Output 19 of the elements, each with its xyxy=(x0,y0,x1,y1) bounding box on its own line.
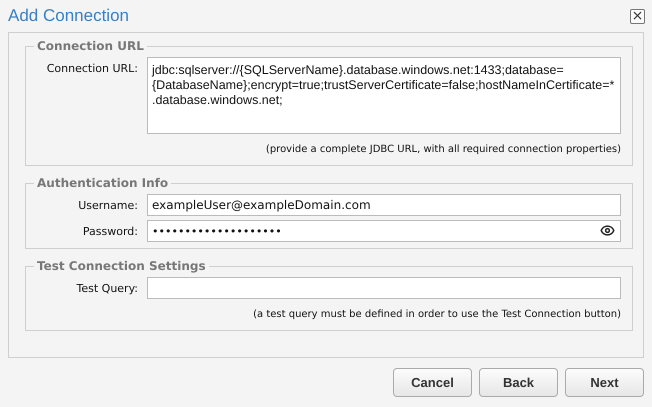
dialog-button[interactable]: Back xyxy=(479,368,558,397)
section-title: Authentication Info xyxy=(36,176,170,190)
field-label: Username: xyxy=(77,198,138,212)
dialog-button[interactable]: Cancel xyxy=(393,368,472,397)
url-field[interactable]: jdbc:sqlserver://{SQLServerName}.database.windows.net:1433;database={DatabaseName};encrypt=true;trustServerCertificate=false;hostNameInCertificate=*.database.windows.net; xyxy=(147,57,621,134)
window-title: Add Connection xyxy=(8,6,129,26)
close-button[interactable]: × xyxy=(630,8,645,24)
input-field[interactable] xyxy=(147,277,621,299)
input-field[interactable]: exampleUser@exampleDomain.com xyxy=(147,194,621,216)
eye-icon[interactable] xyxy=(600,223,615,238)
field-label: Password: xyxy=(82,224,138,238)
hint-text: (provide a complete JDBC URL, with all required connection properties) xyxy=(266,143,621,157)
section-title: Test Connection Settings xyxy=(36,259,207,273)
field-label: Test Query: xyxy=(76,281,138,295)
dialog-button[interactable]: Next xyxy=(565,368,644,397)
section-title: Connection URL xyxy=(36,39,145,53)
hint-text: (a test query must be defined in order to use the Test Connection button) xyxy=(253,308,621,322)
password-field[interactable]: •••••••••••••••••••• xyxy=(147,220,621,242)
field-label: Connection URL: xyxy=(46,61,138,75)
